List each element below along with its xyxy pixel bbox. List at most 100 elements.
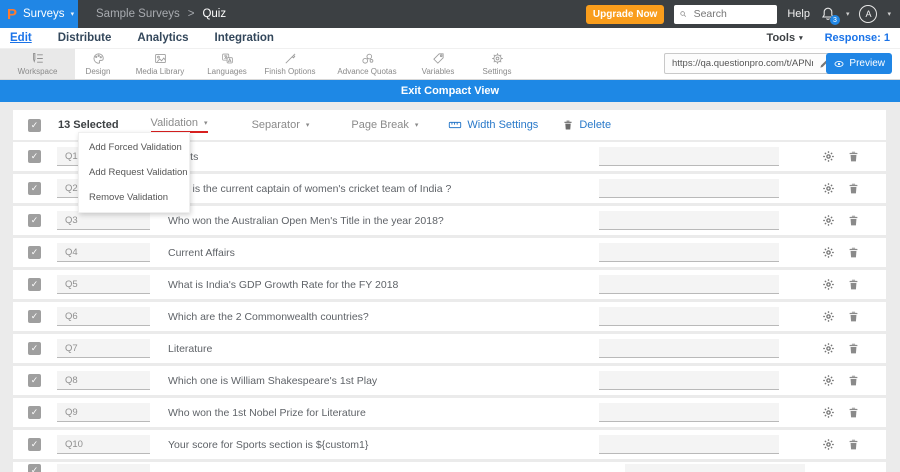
response-count-link[interactable]: Response: 1 xyxy=(825,32,890,44)
answer-input[interactable] xyxy=(599,243,779,262)
answer-input[interactable] xyxy=(599,211,779,230)
upgrade-now-button[interactable]: Upgrade Now xyxy=(585,4,665,24)
row-checkbox[interactable]: ✓ xyxy=(28,278,41,291)
row-checkbox[interactable]: ✓ xyxy=(28,438,41,451)
avatar[interactable]: A xyxy=(859,5,878,23)
question-code-input[interactable] xyxy=(57,243,150,262)
row-settings-button[interactable] xyxy=(822,214,835,227)
row-delete-button[interactable] xyxy=(847,342,860,355)
table-row: ✓ Your score for Sports section is ${cus… xyxy=(13,430,886,459)
row-settings-button[interactable] xyxy=(822,406,835,419)
tab-analytics[interactable]: Analytics xyxy=(137,32,188,44)
table-row: ✓ Which are the 2 Commonwealth countries… xyxy=(13,302,886,331)
tab-integration[interactable]: Integration xyxy=(215,32,274,44)
answer-input[interactable] xyxy=(599,435,779,454)
breadcrumb-separator: > xyxy=(187,8,195,20)
toolbar-item-finish-options[interactable]: Finish Options xyxy=(255,49,325,79)
survey-url-input[interactable] xyxy=(670,57,815,70)
validation-menu-button[interactable]: Validation ▾ xyxy=(150,117,208,133)
answer-input[interactable] xyxy=(599,307,779,326)
question-code-input[interactable] xyxy=(57,435,150,454)
question-code-input[interactable] xyxy=(57,371,150,390)
row-settings-button[interactable] xyxy=(822,182,835,195)
preview-button[interactable]: Preview xyxy=(826,53,892,74)
row-settings-button[interactable] xyxy=(822,374,835,387)
row-settings-button[interactable] xyxy=(822,438,835,451)
trash-icon xyxy=(849,375,858,386)
checkmark-icon: ✓ xyxy=(30,465,39,472)
toolbar-item-languages[interactable]: Languages xyxy=(199,49,255,79)
row-delete-button[interactable] xyxy=(847,438,860,451)
survey-url-box xyxy=(664,53,836,74)
answer-input[interactable] xyxy=(599,147,779,166)
toolbar-item-settings[interactable]: Settings xyxy=(467,49,527,79)
surveys-menu-button[interactable]: P Surveys ▾ xyxy=(0,0,78,28)
row-checkbox[interactable]: ✓ xyxy=(28,150,41,163)
search-box[interactable] xyxy=(674,4,778,24)
checkmark-icon: ✓ xyxy=(30,343,39,353)
toolbar-item-media-library[interactable]: Media Library xyxy=(121,49,199,79)
row-delete-button[interactable] xyxy=(847,406,860,419)
row-checkbox[interactable]: ✓ xyxy=(28,406,41,419)
answer-input[interactable] xyxy=(625,464,805,472)
question-code-input[interactable] xyxy=(57,464,150,472)
question-code-input[interactable] xyxy=(57,403,150,422)
question-text: Who is the current captain of women's cr… xyxy=(168,182,452,195)
row-delete-button[interactable] xyxy=(847,182,860,195)
exit-compact-view-bar[interactable]: Exit Compact View xyxy=(0,80,900,102)
row-checkbox[interactable]: ✓ xyxy=(28,464,41,472)
width-settings-button[interactable]: Width Settings xyxy=(448,118,538,132)
row-settings-button[interactable] xyxy=(822,278,835,291)
toolbar-item-variables[interactable]: Variables xyxy=(409,49,467,79)
row-checkbox[interactable]: ✓ xyxy=(28,374,41,387)
answer-input[interactable] xyxy=(599,403,779,422)
tab-distribute[interactable]: Distribute xyxy=(58,32,112,44)
notifications-button[interactable]: 3 xyxy=(820,6,840,25)
answer-input[interactable] xyxy=(599,179,779,198)
row-settings-button[interactable] xyxy=(822,342,835,355)
search-input[interactable] xyxy=(691,7,773,21)
question-code-input[interactable] xyxy=(57,339,150,358)
row-delete-button[interactable] xyxy=(847,246,860,259)
breadcrumb-parent[interactable]: Sample Surveys xyxy=(96,8,180,20)
row-delete-button[interactable] xyxy=(847,310,860,323)
row-delete-button[interactable] xyxy=(847,374,860,387)
question-code-input[interactable] xyxy=(57,211,150,230)
row-settings-button[interactable] xyxy=(822,246,835,259)
toolbar-item-advance-quotas[interactable]: Advance Quotas xyxy=(325,49,409,79)
menu-item-remove-validation[interactable]: Remove Validation xyxy=(79,185,189,210)
gear-icon xyxy=(823,375,834,386)
answer-input[interactable] xyxy=(599,339,779,358)
row-delete-button[interactable] xyxy=(847,150,860,163)
page-break-menu-button[interactable]: Page Break ▾ xyxy=(351,119,418,131)
delete-selected-button[interactable]: Delete xyxy=(562,119,611,131)
question-code-input[interactable] xyxy=(57,275,150,294)
tools-menu[interactable]: Tools ▾ xyxy=(767,32,803,44)
row-settings-button[interactable] xyxy=(822,310,835,323)
row-checkbox[interactable]: ✓ xyxy=(28,182,41,195)
answer-input[interactable] xyxy=(599,275,779,294)
chevron-down-icon[interactable]: ▾ xyxy=(846,11,850,18)
select-all-checkbox[interactable]: ✓ xyxy=(28,118,41,132)
answer-input[interactable] xyxy=(599,371,779,390)
row-checkbox[interactable]: ✓ xyxy=(28,214,41,227)
question-code-input[interactable] xyxy=(57,307,150,326)
checkmark-icon: ✓ xyxy=(30,439,39,449)
row-checkbox[interactable]: ✓ xyxy=(28,310,41,323)
separator-menu-button[interactable]: Separator ▾ xyxy=(252,119,310,131)
row-settings-button[interactable] xyxy=(822,150,835,163)
menu-item-add-forced-validation[interactable]: Add Forced Validation xyxy=(79,135,189,160)
row-checkbox[interactable]: ✓ xyxy=(28,342,41,355)
trash-icon xyxy=(849,151,858,162)
toolbar-item-design[interactable]: Design xyxy=(75,49,121,79)
gear-icon xyxy=(823,215,834,226)
tab-edit[interactable]: Edit xyxy=(10,32,32,44)
help-link[interactable]: Help xyxy=(787,8,810,20)
row-delete-button[interactable] xyxy=(847,214,860,227)
chevron-down-icon[interactable]: ▾ xyxy=(887,11,891,18)
row-checkbox[interactable]: ✓ xyxy=(28,246,41,259)
toolbar-item-workspace[interactable]: Workspace xyxy=(0,49,75,79)
notification-count-badge: 3 xyxy=(829,15,840,25)
menu-item-add-request-validation[interactable]: Add Request Validation xyxy=(79,160,189,185)
row-delete-button[interactable] xyxy=(847,278,860,291)
